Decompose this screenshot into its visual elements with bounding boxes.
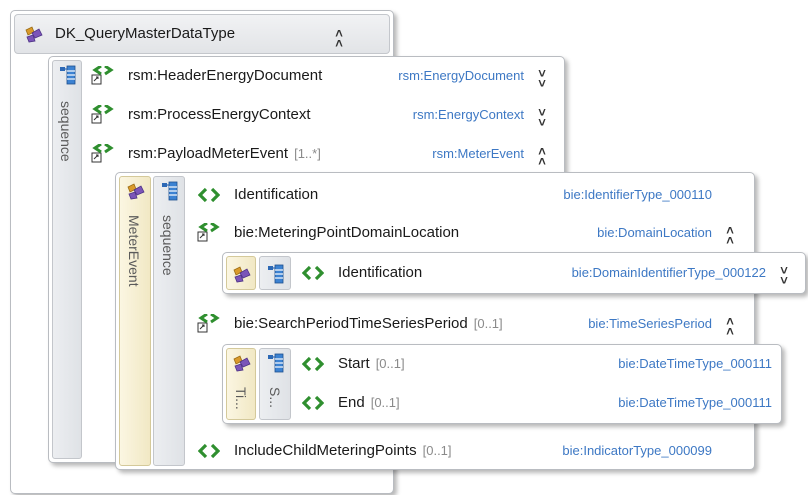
chevron-up-icon[interactable]: ˄ ˄ (536, 145, 548, 168)
element-icon (198, 187, 220, 203)
element-icon (302, 395, 324, 411)
element-cardinality: [1..*] (294, 146, 321, 161)
chevron-up-icon[interactable]: ˄ ˄ (724, 224, 736, 247)
meter-event-label: MeterEvent (126, 215, 142, 287)
element-process-energy-context[interactable]: rsm:ProcessEnergyContext rsm:EnergyConte… (86, 101, 560, 129)
element-icon (302, 265, 324, 281)
element-type-link[interactable]: rsm:EnergyContext (413, 107, 524, 122)
sequence-icon (59, 65, 77, 85)
element-reference-icon (196, 314, 222, 334)
element-name: bie:MeteringPointDomainLocation (234, 224, 460, 241)
chevron-down-icon[interactable]: ˅ ˅ (536, 106, 548, 129)
element-name: rsm:PayloadMeterEvent [1..*] (128, 145, 321, 162)
element-icon (302, 356, 324, 372)
chevron-up-icon[interactable]: ˄ ˄ (724, 315, 736, 338)
chevron-down-icon[interactable]: ˅ ˅ (778, 264, 790, 287)
element-reference-icon (196, 223, 222, 243)
element-name: rsm:ProcessEnergyContext (128, 106, 311, 123)
element-cardinality: [0..1] (370, 395, 400, 410)
element-identification[interactable]: Identification bie:IdentifierType_000110 (192, 181, 748, 209)
element-type-link[interactable]: bie:IndicatorType_000099 (562, 443, 712, 458)
element-start[interactable]: Start [0..1] bie:DateTimeType_000111 (296, 351, 776, 377)
root-sequence-strip[interactable]: sequence (52, 60, 82, 459)
root-sequence-label: sequence (58, 101, 74, 162)
meter-event-strip[interactable]: MeterEvent (119, 176, 151, 466)
element-reference-icon (90, 66, 116, 86)
element-type-link[interactable]: bie:DateTimeType_000111 (618, 356, 772, 371)
element-header-energy-document[interactable]: rsm:HeaderEnergyDocument rsm:EnergyDocum… (86, 62, 560, 90)
element-name: Start [0..1] (338, 355, 405, 372)
element-name: rsm:HeaderEnergyDocument (128, 67, 323, 84)
sequence-icon (161, 181, 179, 201)
element-type-link[interactable]: rsm:MeterEvent (432, 146, 524, 161)
root-header[interactable]: DK_QueryMasterDataType ˄ ˄ (14, 14, 390, 54)
element-type-link[interactable]: rsm:EnergyDocument (398, 68, 524, 83)
element-reference-icon (90, 105, 116, 125)
root-title: DK_QueryMasterDataType (55, 25, 236, 42)
time-series-period-sequence-label: S... (267, 387, 283, 409)
complex-type-icon (231, 353, 253, 373)
element-domain-identification[interactable]: Identification bie:DomainIdentifierType_… (296, 259, 802, 287)
element-cardinality: [0..1] (473, 316, 503, 331)
element-search-period-time-series-period[interactable]: bie:SearchPeriodTimeSeriesPeriod [0..1] b… (192, 310, 748, 338)
meter-event-sequence-strip[interactable]: sequence (153, 176, 185, 466)
domain-location-complex-type-strip[interactable] (226, 256, 256, 290)
element-type-link[interactable]: bie:TimeSeriesPeriod (588, 316, 712, 331)
complex-type-icon (125, 181, 147, 201)
domain-location-sequence-strip[interactable] (259, 256, 291, 290)
sequence-icon (267, 353, 285, 373)
element-name: Identification (338, 264, 423, 281)
element-name: bie:SearchPeriodTimeSeriesPeriod [0..1] (234, 315, 503, 332)
element-name: IncludeChildMeteringPoints [0..1] (234, 442, 452, 459)
element-payload-meter-event[interactable]: rsm:PayloadMeterEvent [1..*] rsm:MeterEve… (86, 140, 560, 168)
sequence-icon (267, 264, 285, 284)
chevron-up-icon[interactable]: ˄ ˄ (333, 27, 345, 50)
element-end[interactable]: End [0..1] bie:DateTimeType_000111 (296, 390, 776, 416)
element-type-link[interactable]: bie:DomainIdentifierType_000122 (572, 265, 766, 280)
element-type-link[interactable]: bie:IdentifierType_000110 (563, 187, 712, 202)
element-icon (198, 443, 220, 459)
element-name: Identification (234, 186, 319, 203)
complex-type-icon (231, 264, 253, 284)
element-cardinality: [0..1] (375, 356, 405, 371)
element-include-child-metering-points[interactable]: IncludeChildMeteringPoints [0..1] bie:Ind… (192, 437, 748, 465)
element-cardinality: [0..1] (422, 443, 452, 458)
element-type-link[interactable]: bie:DateTimeType_000111 (618, 395, 772, 410)
meter-event-sequence-label: sequence (160, 215, 176, 276)
element-metering-point-domain-location[interactable]: bie:MeteringPointDomainLocation bie:Doma… (192, 219, 748, 247)
time-series-period-sequence-strip[interactable]: S... (259, 348, 291, 420)
element-name: End [0..1] (338, 394, 400, 411)
chevron-down-icon[interactable]: ˅ ˅ (536, 67, 548, 90)
time-series-period-strip[interactable]: Ti... (226, 348, 256, 420)
element-reference-icon (90, 144, 116, 164)
time-series-period-label: Ti... (233, 387, 249, 410)
complex-type-icon (23, 24, 45, 44)
element-type-link[interactable]: bie:DomainLocation (597, 225, 712, 240)
